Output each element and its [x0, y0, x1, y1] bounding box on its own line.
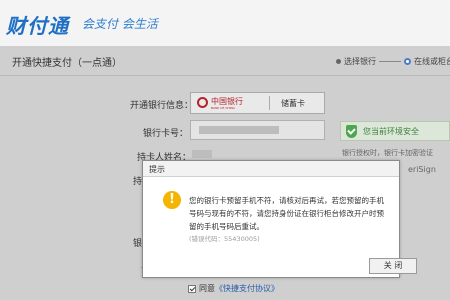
- bank-label: 开通银行信息：: [130, 101, 194, 111]
- bank-emblem-icon: [197, 97, 208, 108]
- step-dot-icon: [336, 59, 341, 64]
- bank-info-box: 中国银行 BANK OF CHINA 储蓄卡: [190, 92, 325, 114]
- bank-of-china-logo: 中国银行 BANK OF CHINA: [197, 97, 261, 111]
- title-bar: 开通快捷支付（一点通） 选择银行 在线或柜台: [0, 46, 450, 76]
- agreement-link[interactable]: 《快捷支付协议》: [215, 284, 279, 293]
- card-number-label: 银行卡号：: [143, 129, 189, 139]
- warning-icon: !: [163, 191, 181, 209]
- card-type: 储蓄卡: [281, 99, 305, 108]
- divider: [269, 96, 270, 110]
- agree-checkbox[interactable]: [188, 284, 196, 293]
- alert-dialog: 提示 ! 您的银行卡预留手机不符，请核对后再试，若您预留的手机号码与现有的不符，…: [142, 160, 417, 278]
- step-connector: [379, 61, 401, 62]
- masked-card-number: [199, 126, 279, 134]
- close-button[interactable]: 关 闭: [369, 258, 417, 274]
- dialog-title: 提示: [149, 165, 165, 174]
- dialog-message: 您的银行卡预留手机不符，请核对后再试，若您预留的手机号码与现有的不符，请您持身份…: [189, 196, 384, 231]
- error-code: (错误代码：55430005): [189, 235, 260, 243]
- security-badge: 您当前环境安全: [340, 121, 450, 141]
- agree-label: 同意: [199, 284, 215, 293]
- header: 财付通 会支付 会生活: [0, 0, 450, 46]
- dialog-title-bar: 提示: [143, 161, 399, 177]
- slogan: 会支付 会生活: [82, 17, 158, 31]
- step-1-label: 选择银行: [344, 57, 376, 66]
- security-hint: 银行授权时，银行卡加密验证: [342, 149, 433, 157]
- verisign-logo: eriSign: [408, 165, 436, 174]
- card-number-field[interactable]: [190, 120, 325, 140]
- shield-check-icon: [346, 125, 357, 138]
- security-text: 您当前环境安全: [363, 127, 419, 136]
- step-2-label: 在线或柜台: [414, 57, 450, 66]
- bank-name-en: BANK OF CHINA: [211, 106, 235, 110]
- id-label-partial: 持: [133, 177, 143, 187]
- page-title: 开通快捷支付（一点通）: [12, 58, 122, 69]
- step-current-icon: [404, 58, 411, 65]
- logo[interactable]: 财付通: [6, 10, 69, 39]
- agreement-row: 同意《快捷支付协议》: [188, 283, 279, 294]
- step-indicator: 选择银行 在线或柜台: [336, 56, 450, 67]
- masked-holder-name: [192, 150, 212, 158]
- bank-phone-label-partial: 银: [133, 239, 143, 249]
